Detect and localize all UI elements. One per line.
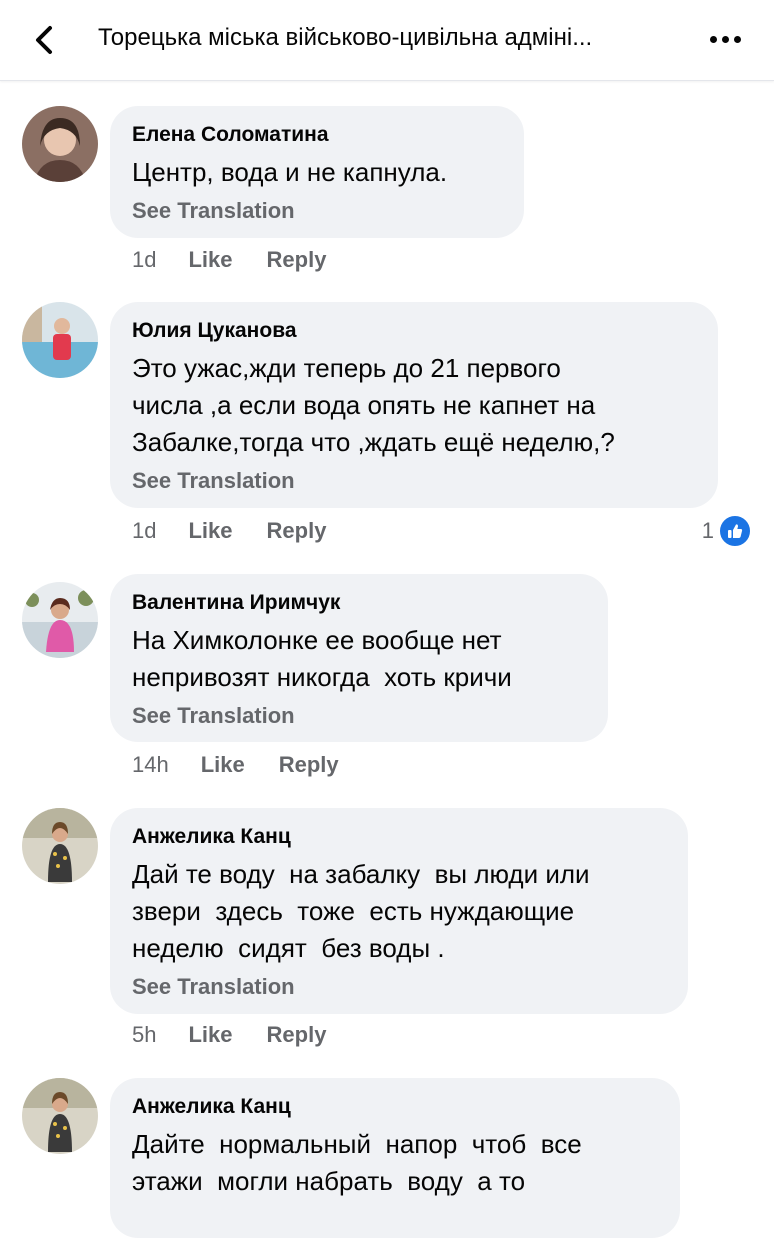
like-button[interactable]: Like	[188, 518, 232, 544]
thumbs-up-icon	[718, 514, 752, 548]
comment-text: Дай те воду на забалку вы люди или звери…	[132, 859, 590, 963]
avatar[interactable]	[22, 582, 98, 658]
like-button[interactable]: Like	[188, 247, 232, 273]
reply-button[interactable]: Reply	[267, 247, 327, 273]
comment-author[interactable]: Анжелика Канц	[132, 824, 666, 850]
back-button[interactable]	[28, 20, 64, 60]
comment-time[interactable]: 5h	[132, 1022, 156, 1048]
more-options-button[interactable]	[710, 22, 750, 58]
avatar[interactable]	[22, 1078, 98, 1154]
reply-button[interactable]: Reply	[279, 752, 339, 778]
comment-author[interactable]: Валентина Иримчук	[132, 590, 586, 616]
comment-bubble: Валентина Иримчук На Химколонке ее вообщ…	[110, 574, 608, 742]
see-translation-link[interactable]: See Translation	[132, 973, 666, 1001]
comment-bubble: Елена Соломатина Центр, вода и не капнул…	[110, 106, 524, 238]
reaction-count: 1	[701, 518, 714, 543]
comment-author[interactable]: Юлия Цуканова	[132, 318, 696, 344]
see-translation-link[interactable]: See Translation	[132, 197, 502, 225]
comment-time[interactable]: 1d	[132, 247, 156, 273]
page-title: Торецька міська військово-цивільна адмін…	[98, 24, 593, 51]
avatar[interactable]	[22, 106, 98, 182]
comment-text: На Химколонке ее вообще нет непривозят н…	[132, 625, 512, 692]
comment-bubble: Анжелика Канц Дай те воду на забалку вы …	[110, 808, 688, 1014]
comment-bubble: Юлия Цуканова Это ужас,жди теперь до 21 …	[110, 302, 718, 508]
avatar[interactable]	[22, 808, 98, 884]
comment-bubble: Анжелика Канц Дайте нормальный напор что…	[110, 1078, 680, 1238]
reply-button[interactable]: Reply	[267, 1022, 327, 1048]
more-icon	[710, 36, 750, 43]
see-translation-link[interactable]: See Translation	[132, 702, 586, 730]
comment-time[interactable]: 1d	[132, 518, 156, 544]
comment-actions: 1d Like Reply	[132, 518, 326, 544]
comment-author[interactable]: Елена Соломатина	[132, 122, 502, 148]
comment-actions: 14h Like Reply	[132, 752, 339, 778]
top-bar: Торецька міська військово-цивільна адмін…	[0, 0, 774, 81]
comment-time[interactable]: 14h	[132, 752, 169, 778]
comment-actions: 5h Like Reply	[132, 1022, 326, 1048]
like-button[interactable]: Like	[188, 1022, 232, 1048]
reply-button[interactable]: Reply	[267, 518, 327, 544]
comment-text: Это ужас,жди теперь до 21 первого числа …	[132, 353, 615, 457]
chevron-left-icon	[36, 26, 52, 54]
comment-actions: 1d Like Reply	[132, 247, 326, 273]
comment-text: Дайте нормальный напор чтоб все этажи мо…	[132, 1129, 582, 1196]
like-button[interactable]: Like	[201, 752, 245, 778]
reaction-summary[interactable]: 1	[702, 514, 752, 548]
comment-author[interactable]: Анжелика Канц	[132, 1094, 658, 1120]
comment-text: Центр, вода и не капнула.	[132, 157, 448, 187]
see-translation-link[interactable]: See Translation	[132, 467, 696, 495]
avatar[interactable]	[22, 302, 98, 378]
